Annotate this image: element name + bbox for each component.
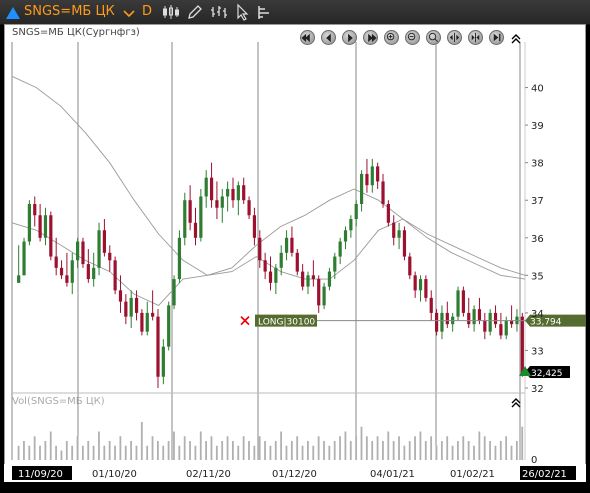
zoom-fit-button[interactable] [426, 30, 441, 45]
interval-label[interactable]: D [142, 0, 152, 24]
indicators-icon[interactable] [256, 3, 274, 21]
bar-style-icon[interactable] [210, 3, 228, 21]
zoom-in-icon [386, 32, 395, 41]
play-button[interactable] [342, 30, 357, 45]
cursor-icon[interactable] [234, 3, 252, 21]
expand-button[interactable] [447, 30, 462, 45]
prev-icon [326, 33, 331, 43]
volume-panel-title: Vol(SNGS=МБ ЦК) [12, 396, 105, 407]
first-icon [301, 33, 310, 43]
compress-icon [471, 32, 480, 43]
compress-button[interactable] [468, 30, 483, 45]
symbol-label[interactable]: SNGS=МБ ЦК [24, 0, 115, 24]
triangle-up-icon[interactable] [4, 4, 22, 22]
last-icon [368, 33, 377, 43]
zoom-in-button[interactable] [384, 30, 399, 45]
end-icon [493, 33, 501, 42]
main-panel-title: SNGS=МБ ЦК(Сургнфгз) [12, 27, 140, 38]
candlestick-icon[interactable] [162, 3, 180, 21]
prev-button[interactable] [321, 30, 336, 45]
zoom-out-button[interactable] [405, 30, 420, 45]
pencil-icon[interactable] [186, 3, 204, 21]
last-button[interactable] [363, 30, 378, 45]
toolbar: SNGS=МБ ЦК D [0, 0, 590, 25]
end-button[interactable] [489, 30, 504, 45]
first-button[interactable] [300, 30, 315, 45]
zoom-out-icon [407, 32, 416, 41]
chevron-down-icon[interactable] [120, 4, 138, 22]
play-icon [348, 33, 353, 43]
zoom-fit-icon [428, 32, 439, 43]
expand-icon [449, 32, 460, 43]
chart-frame[interactable] [4, 24, 586, 482]
